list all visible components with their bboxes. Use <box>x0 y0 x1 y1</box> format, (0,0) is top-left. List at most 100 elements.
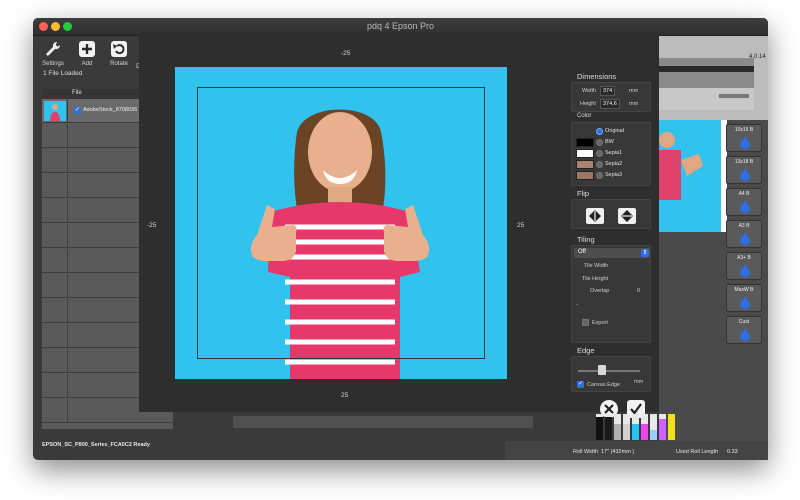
paper-size-a3plus-button[interactable]: A3+ B <box>726 252 762 280</box>
canvas-top-label: -25 <box>341 50 351 57</box>
rotate-button[interactable]: Rotate <box>103 40 135 67</box>
tiling-title: Tiling <box>577 235 595 244</box>
ink-drop-icon <box>740 296 750 309</box>
canvas-edge-checkbox[interactable]: ✓ <box>577 381 584 388</box>
empty-cell <box>42 349 68 373</box>
flip-vertical-button[interactable] <box>618 208 636 224</box>
width-input[interactable]: 374 <box>600 86 616 96</box>
empty-cell <box>42 124 68 148</box>
version-label: 4.0.14 <box>749 54 766 60</box>
sepia2-swatch <box>576 160 594 169</box>
tile-height-label: Tile Height <box>582 276 609 282</box>
paper-size-a4-button[interactable]: A4 B <box>726 188 762 216</box>
color-title: Color <box>577 113 592 119</box>
dimensions-box: Width 374 mm Height 374,6 mm <box>571 82 651 112</box>
file-thumbnail <box>44 101 66 121</box>
settings-label: Settings <box>42 61 64 67</box>
ink-well <box>650 414 657 440</box>
color-sepia2-radio[interactable] <box>596 161 603 168</box>
dimensions-title: Dimensions <box>577 72 617 81</box>
color-sepia3-label: Sepia3 <box>605 172 623 178</box>
tiling-mode-select[interactable]: Off ⇕ <box>574 248 650 258</box>
ink-drop-icon <box>740 328 750 341</box>
paper-size-label: A3+ B <box>737 255 751 261</box>
empty-cell <box>42 224 68 248</box>
used-roll-length-value: 0.33 <box>727 449 738 455</box>
paper-size-10x15-button[interactable]: 10x15 B <box>726 124 762 152</box>
export-label: Export <box>592 320 608 326</box>
paper-size-label: 10x15 B <box>734 127 754 133</box>
empty-cell <box>42 399 68 423</box>
file-name: AdobeStock_8708036 <box>83 107 138 113</box>
printer-illustration <box>659 36 768 120</box>
empty-cell <box>42 199 68 223</box>
preview-photo <box>659 120 721 232</box>
tiling-box: Off ⇕ Tile Width Tile Height Overlap 0 -… <box>571 245 651 343</box>
ink-level-bar <box>623 424 630 440</box>
flip-box <box>571 199 651 229</box>
ink-level-bar <box>605 417 612 440</box>
height-input[interactable]: 374,6 <box>600 99 620 109</box>
thumbnail-photo <box>50 104 60 121</box>
empty-cell <box>42 324 68 348</box>
height-unit: mm <box>629 101 639 107</box>
width-unit: mm <box>629 88 639 94</box>
edit-options-panel: Dimensions Width 374 mm Height 374,6 mm … <box>571 32 659 412</box>
paper-size-label: Cust <box>738 319 750 325</box>
ink-level-bar <box>596 417 603 440</box>
settings-button[interactable]: Settings <box>37 40 69 67</box>
ink-well <box>614 414 621 440</box>
canvas-right-label: 25 <box>517 222 525 229</box>
color-original-radio[interactable] <box>596 128 603 135</box>
add-button[interactable]: Add <box>71 40 103 67</box>
printer-status: EPSON_SC_P800_Series_FCA0C2 Ready <box>42 442 150 448</box>
tiling-mode-value: Off <box>578 249 586 255</box>
edge-slider-track[interactable] <box>578 370 640 372</box>
ink-well <box>668 414 675 440</box>
file-column-header[interactable]: File <box>72 90 82 96</box>
rotate-icon <box>111 41 127 57</box>
empty-cell <box>42 374 68 398</box>
paper-size-13x18-button[interactable]: 13x18 B <box>726 156 762 184</box>
color-bw-radio[interactable] <box>596 139 603 146</box>
page-preview <box>659 120 727 232</box>
print-preview-area: 4.0.14 10x15 B 13x18 B A4 B A3 B A3+ B M… <box>659 36 768 460</box>
ink-drop-icon <box>740 264 750 277</box>
ink-well <box>659 414 666 440</box>
plus-icon <box>79 41 95 57</box>
sepia1-swatch <box>576 149 594 158</box>
paper-size-custom-button[interactable]: Cust <box>726 316 762 344</box>
ink-drop-icon <box>740 168 750 181</box>
edge-slider-handle[interactable] <box>598 365 606 375</box>
paper-size-label: A4 B <box>738 191 750 197</box>
wrench-icon <box>46 41 61 56</box>
paper-size-maxw-button[interactable]: MaxW B <box>726 284 762 312</box>
color-sepia3-radio[interactable] <box>596 172 603 179</box>
ink-level-bar <box>650 430 657 440</box>
file-include-checkbox[interactable]: ✓ <box>74 107 81 114</box>
paper-size-label: MaxW B <box>734 287 754 293</box>
paper-size-a3-button[interactable]: A3 B <box>726 220 762 248</box>
ink-level-bar <box>614 424 621 440</box>
sepia3-swatch <box>576 171 594 180</box>
image-canvas[interactable] <box>175 67 507 379</box>
export-checkbox[interactable] <box>582 319 589 326</box>
window-title: pdq 4 Epson Pro <box>366 21 435 31</box>
app-window: pdq 4 Epson Pro Settings Add Rotate Du <box>33 18 768 460</box>
ink-drop-icon <box>740 136 750 149</box>
canvas-left-label: -25 <box>147 222 157 229</box>
printer-image <box>659 36 768 120</box>
empty-cell <box>42 174 68 198</box>
ink-well <box>605 414 612 440</box>
file-list-footer <box>233 416 533 428</box>
used-roll-length-label: Used Roll Length <box>676 449 719 455</box>
color-sepia1-radio[interactable] <box>596 150 603 157</box>
overlap-value[interactable]: 0 <box>637 288 640 294</box>
flip-horizontal-button[interactable] <box>586 208 604 224</box>
height-label: Height <box>580 101 596 107</box>
ink-drop-icon <box>740 232 750 245</box>
image-edit-dialog: -25 -25 25 25 Dimensions Width 374 mm He… <box>139 32 659 418</box>
ink-level-bar <box>641 424 648 440</box>
ink-well <box>623 414 630 440</box>
empty-cell <box>42 249 68 273</box>
